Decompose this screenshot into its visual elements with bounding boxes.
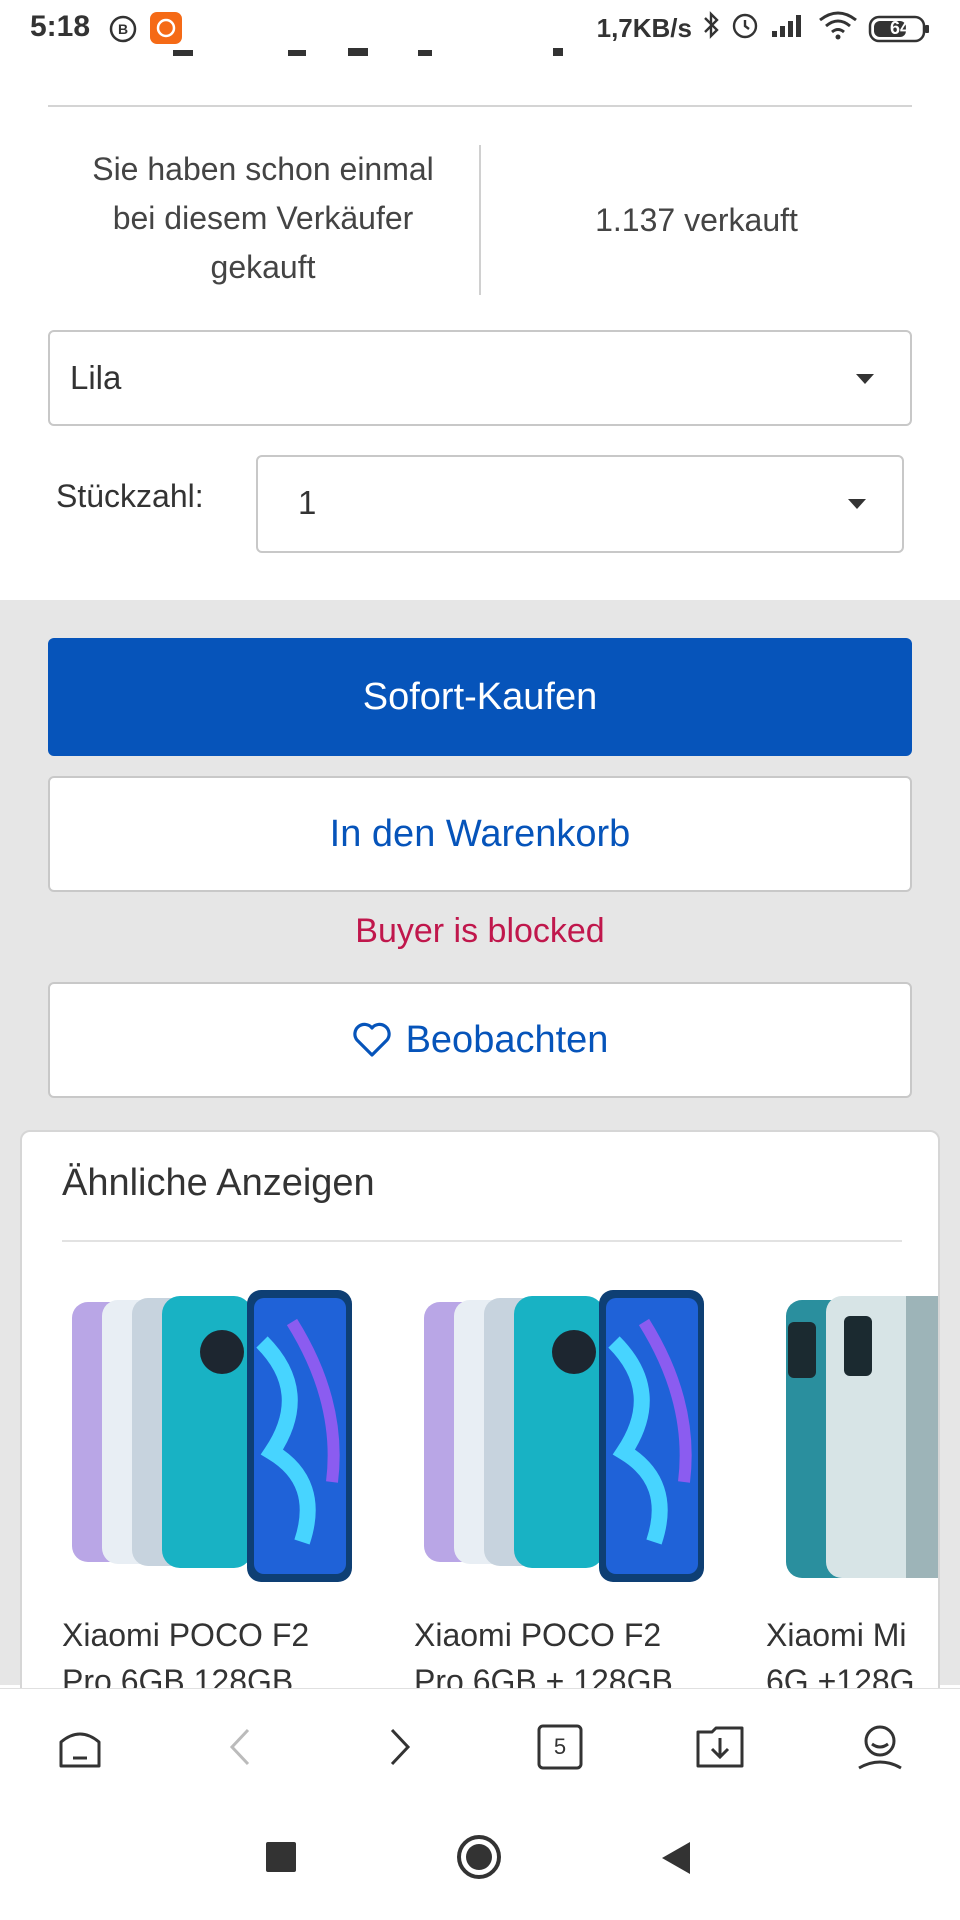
listing-title: Xiaomi POCO F2 Pro 6GB 128GB... [62,1612,362,1690]
listing-title-line: 6G +128G [766,1663,915,1690]
bluetooth-icon [702,10,720,47]
cropped-text-remnant [48,44,908,60]
dropdown-caret-icon [848,499,866,509]
listing-title-line: Xiaomi POCO F2 [62,1617,310,1653]
previous-purchase-line: gekauft [210,249,316,285]
similar-listings-title: Ähnliche Anzeigen [62,1162,375,1204]
watch-button[interactable]: Beobachten [48,982,912,1098]
divider [62,1240,902,1242]
downloads-icon[interactable] [690,1717,750,1777]
divider [48,105,912,107]
previous-purchase-line: Sie haben schon einmal [92,151,434,187]
previous-purchase-note: Sie haben schon einmal bei diesem Verkäu… [48,145,478,292]
watch-label: Beobachten [405,1018,609,1061]
quantity-select[interactable]: 1 [256,455,904,553]
buy-now-button[interactable]: Sofort-Kaufen [48,638,912,756]
similar-listing-item[interactable]: Xiaomi POCO F2 Pro 6GB + 128GB... [414,1282,734,1690]
seller-info: Sie haben schon einmal bei diesem Verkäu… [48,145,912,295]
similar-listings-card: Ähnliche Anzeigen Xiaomi POCO F2 Pro 6GB… [20,1130,940,1690]
previous-purchase-line: bei diesem Verkäufer [112,200,414,236]
recent-apps-icon[interactable] [266,1842,296,1877]
network-speed: 1,7KB/s [596,13,692,43]
similar-listing-item[interactable]: Xiaomi POCO F2 Pro 6GB 128GB... [62,1282,382,1690]
system-back-icon[interactable] [660,1840,692,1881]
browser-bottom-nav: 5 [0,1688,960,1808]
heart-icon [352,1022,392,1058]
listing-title-line: Xiaomi POCO F2 [414,1617,662,1653]
home-button-icon[interactable] [456,1834,502,1885]
battery-level: 64 [890,17,911,38]
wifi-icon [818,10,858,47]
listing-title-line: Pro 6GB 128GB... [62,1663,320,1690]
system-nav-bar [0,1808,960,1920]
quantity-label: Stückzahl: [56,478,204,514]
tab-count: 5 [553,1734,567,1759]
profile-icon[interactable] [850,1717,910,1777]
signal-icon [770,11,808,46]
product-image [766,1282,938,1592]
product-image [414,1282,714,1592]
back-icon[interactable] [210,1717,270,1777]
status-time: 5:18 [30,10,91,43]
add-to-cart-button[interactable]: In den Warenkorb [48,776,912,892]
listing-title-line: Pro 6GB + 128GB... [414,1663,700,1690]
product-image [62,1282,362,1592]
svg-text:B: B [118,21,128,37]
similar-listing-item[interactable]: Xiaomi Mi 6G +128G [766,1282,938,1690]
home-icon[interactable] [50,1717,110,1777]
battery-icon: 64 [868,14,930,44]
quantity-value: 1 [298,484,317,521]
forward-icon[interactable] [370,1717,430,1777]
listing-title: Xiaomi POCO F2 Pro 6GB + 128GB... [414,1612,714,1690]
listing-title-line: Xiaomi Mi [766,1617,907,1653]
sold-count: 1.137 verkauft [595,202,798,238]
tabs-icon[interactable]: 5 [530,1717,590,1777]
color-variant-value: Lila [70,359,122,396]
listing-title: Xiaomi Mi 6G +128G [766,1612,938,1690]
color-variant-select[interactable]: Lila [48,330,912,426]
dropdown-caret-icon [856,374,874,384]
buyer-blocked-message: Buyer is blocked [355,912,605,950]
alarm-icon [730,10,760,47]
